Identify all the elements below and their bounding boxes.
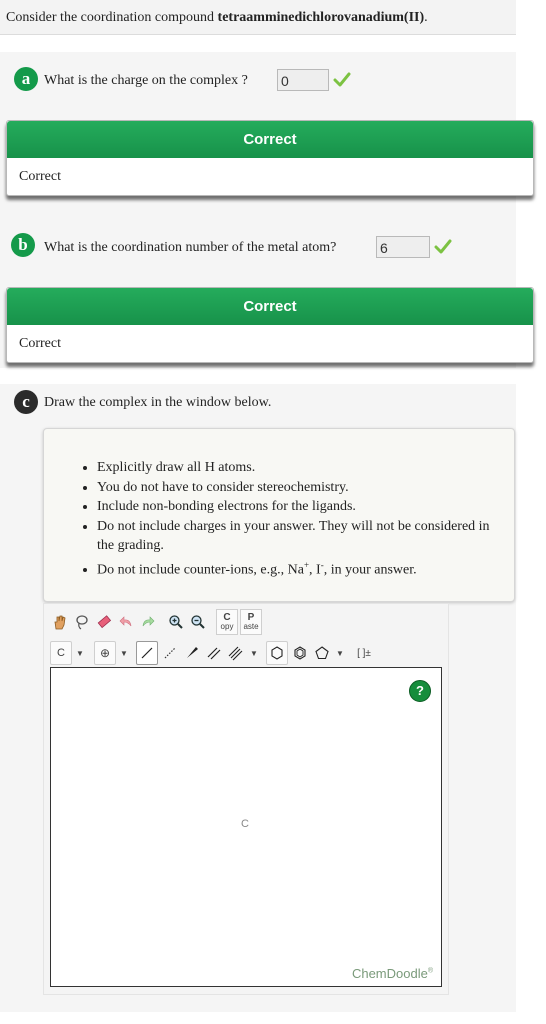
charge-button[interactable]: ⊕ (94, 641, 116, 665)
zoom-out-icon[interactable] (188, 611, 208, 633)
benzene-icon[interactable] (290, 642, 310, 664)
hexagon-icon[interactable] (266, 641, 288, 665)
paste-button-label: P (247, 612, 255, 623)
dotted-bond-icon[interactable] (160, 642, 180, 664)
part-a-feedback-body: Correct (19, 169, 61, 184)
chemdoodle-sketcher: Copy Paste C ▼ ⊕ ▼ ▼ ▼ []± ? C ChemDood… (43, 603, 449, 995)
single-bond-icon[interactable] (136, 641, 158, 665)
bracket-button[interactable]: [ ]± (352, 642, 376, 664)
part-b-feedback-body: Correct (19, 336, 61, 351)
chevron-down-icon[interactable]: ▼ (118, 642, 130, 664)
hand-icon[interactable] (50, 611, 70, 633)
intro-prefix: Consider the coordination compound (6, 10, 218, 25)
ci-mid: , I (309, 562, 321, 578)
part-a-feedback: Correct Correct (6, 120, 534, 196)
instructions-box: Explicitly draw all H atoms. You do not … (43, 428, 515, 602)
chevron-down-icon[interactable]: ▼ (334, 642, 346, 664)
part-b-feedback-title: Correct (7, 288, 533, 325)
ci-after: , in your answer. (323, 562, 417, 578)
part-b-question: What is the coordination number of the m… (44, 240, 337, 255)
instruction-item-counterions: Do not include counter-ions, e.g., Na+, … (97, 556, 497, 580)
copy-button-label: C (223, 612, 231, 623)
zoom-in-icon[interactable] (166, 611, 186, 633)
undo-icon[interactable] (116, 611, 136, 633)
eraser-icon[interactable] (94, 611, 114, 633)
double-bond-icon[interactable] (204, 642, 224, 664)
paste-button[interactable]: Paste (240, 609, 262, 635)
pentagon-icon[interactable] (312, 642, 332, 664)
part-b-answer-field[interactable]: 6 (376, 236, 430, 258)
chemdoodle-brand: ChemDoodle® (352, 966, 433, 981)
part-b-feedback: Correct Correct (6, 287, 534, 363)
copy-button[interactable]: Copy (216, 609, 238, 635)
redo-icon[interactable] (138, 611, 158, 633)
lasso-icon[interactable] (72, 611, 92, 633)
instruction-item: Do not include charges in your answer. T… (97, 517, 497, 556)
instruction-item: You do not have to consider stereochemis… (97, 478, 497, 498)
drawing-canvas[interactable]: ? C ChemDoodle® (50, 667, 442, 987)
chevron-down-icon[interactable]: ▼ (74, 642, 86, 664)
check-icon (434, 239, 452, 254)
toolbar-row-1: Copy Paste (50, 609, 264, 635)
instruction-item: Explicitly draw all H atoms. (97, 458, 497, 478)
part-a-answer-field[interactable]: 0 (277, 69, 329, 91)
ci-before: Do not include counter-ions, e.g., Na (97, 562, 304, 578)
element-button[interactable]: C (50, 641, 72, 665)
canvas-carbon-label: C (241, 818, 249, 830)
part-a-feedback-title: Correct (7, 121, 533, 158)
toolbar-row-2: C ▼ ⊕ ▼ ▼ ▼ [ ]± (50, 640, 378, 666)
intro-suffix: . (424, 10, 428, 25)
part-b-badge: b (11, 233, 35, 257)
triple-bond-icon[interactable] (226, 642, 246, 664)
part-a-badge: a (14, 67, 38, 91)
wedge-bond-icon[interactable] (182, 642, 202, 664)
intro-text: Consider the coordination compound tetra… (6, 10, 428, 26)
compound-name: tetraamminedichlorovanadium(II) (217, 10, 425, 25)
brand-mark: ® (427, 967, 433, 975)
instructions-list: Explicitly draw all H atoms. You do not … (44, 458, 497, 580)
help-icon[interactable]: ? (409, 680, 431, 702)
instruction-item: Include non-bonding electrons for the li… (97, 497, 497, 517)
intro-bar: Consider the coordination compound tetra… (0, 0, 516, 35)
part-c-question: Draw the complex in the window below. (44, 395, 272, 410)
brand-text: ChemDoodle (351, 966, 428, 981)
part-a-question: What is the charge on the complex ? (44, 73, 248, 88)
copy-button-sub: opy (220, 622, 234, 631)
chevron-down-icon[interactable]: ▼ (248, 642, 260, 664)
check-icon (333, 72, 351, 87)
part-c-badge: c (14, 390, 38, 414)
paste-button-sub: aste (243, 622, 259, 631)
